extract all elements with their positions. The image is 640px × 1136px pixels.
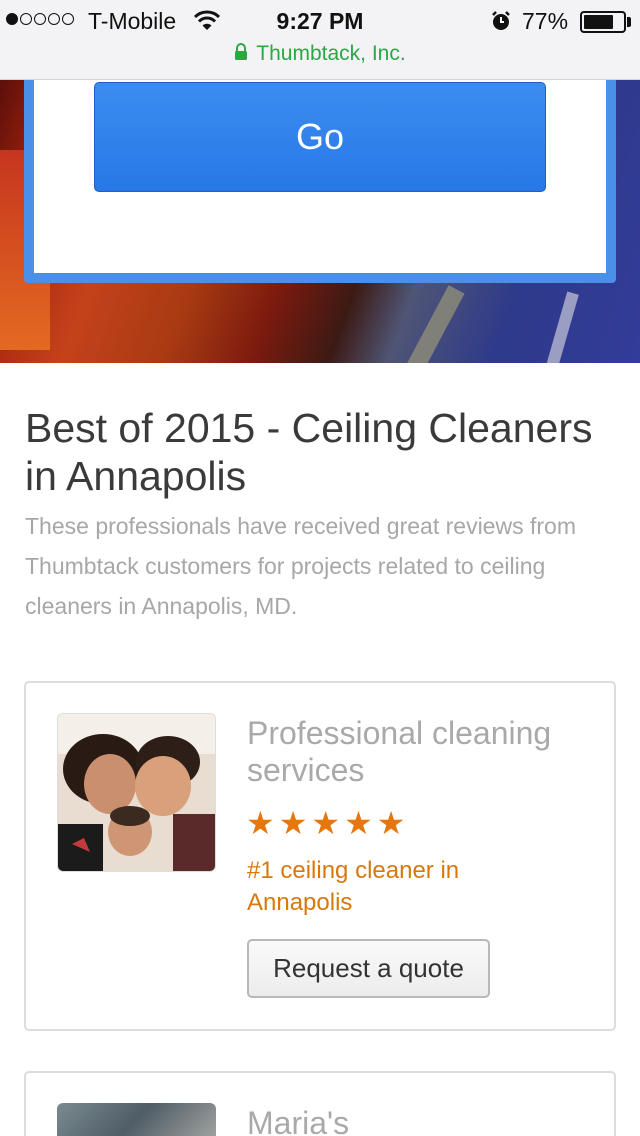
- battery-icon: [580, 11, 626, 33]
- go-button[interactable]: Go: [94, 82, 546, 192]
- star-icon: ★: [376, 805, 406, 841]
- star-icon: ★: [311, 805, 341, 841]
- status-bar: T-Mobile 9:27 PM 77% Thumbtack, Inc.: [0, 0, 640, 80]
- section-intro: Best of 2015 - Ceiling Cleaners in Annap…: [25, 404, 615, 626]
- page-title: Best of 2015 - Ceiling Cleaners in Annap…: [25, 405, 593, 499]
- section-description: These professionals have received great …: [25, 513, 576, 619]
- address-bar[interactable]: Thumbtack, Inc.: [0, 42, 640, 67]
- battery-cap: [627, 17, 631, 27]
- site-title: Thumbtack, Inc.: [256, 42, 406, 65]
- pro-card[interactable]: Maria's: [24, 1071, 616, 1136]
- hero-banner: Go: [0, 80, 640, 363]
- pro-name[interactable]: Professional cleaning services: [247, 715, 577, 789]
- pro-card[interactable]: Professional cleaning services ★ ★ ★ ★ ★ #1 …: [24, 681, 616, 1031]
- request-quote-button[interactable]: Request a quote: [247, 939, 490, 998]
- alarm-icon: [490, 10, 512, 37]
- search-card: Go: [24, 80, 616, 283]
- pro-avatar[interactable]: [57, 1103, 216, 1136]
- star-icon: ★: [278, 805, 308, 841]
- pro-avatar[interactable]: [57, 713, 216, 872]
- hero-image-detail: [523, 291, 579, 363]
- hero-image-detail: [373, 285, 465, 363]
- rating-stars: ★ ★ ★ ★ ★: [246, 803, 405, 843]
- pro-name[interactable]: Maria's: [247, 1105, 349, 1136]
- star-icon: ★: [246, 805, 275, 841]
- lock-icon: [234, 43, 248, 67]
- star-icon: ★: [344, 805, 373, 841]
- battery-percent: 77%: [522, 8, 569, 34]
- pro-rank: #1 ceiling cleaner in Annapolis: [247, 857, 460, 916]
